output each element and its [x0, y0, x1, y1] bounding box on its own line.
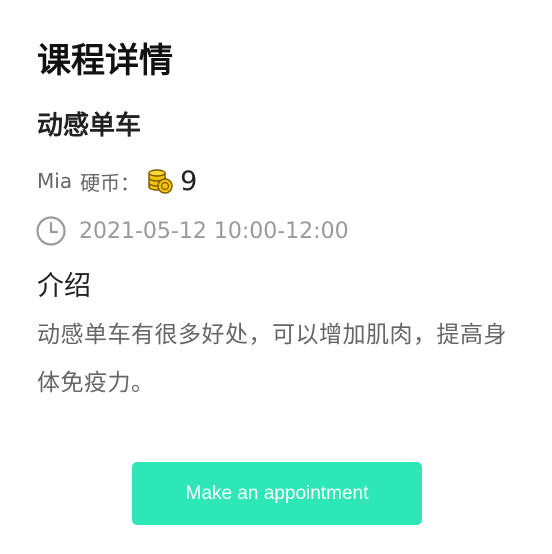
make-appointment-button[interactable]: Make an appointment	[132, 462, 422, 525]
coin-stack-icon	[146, 167, 174, 195]
page-title: 课程详情	[37, 41, 173, 81]
coach-coin-row: Mia 硬币 ： 9	[37, 164, 197, 198]
coin-count: 9	[180, 165, 198, 197]
time-row: 2021-05-12 10:00-12:00	[35, 213, 349, 249]
course-name: 动感单车	[37, 111, 142, 141]
coin-separator: ：	[120, 170, 141, 195]
coin-label: 硬币	[80, 170, 121, 195]
coach-name: Mia	[37, 169, 73, 193]
clock-icon	[35, 215, 67, 247]
course-time: 2021-05-12 10:00-12:00	[79, 218, 349, 244]
intro-text: 动感单车有很多好处，可以增加肌肉，提高身体免疫力。	[37, 322, 507, 396]
intro-title: 介绍	[37, 271, 91, 302]
